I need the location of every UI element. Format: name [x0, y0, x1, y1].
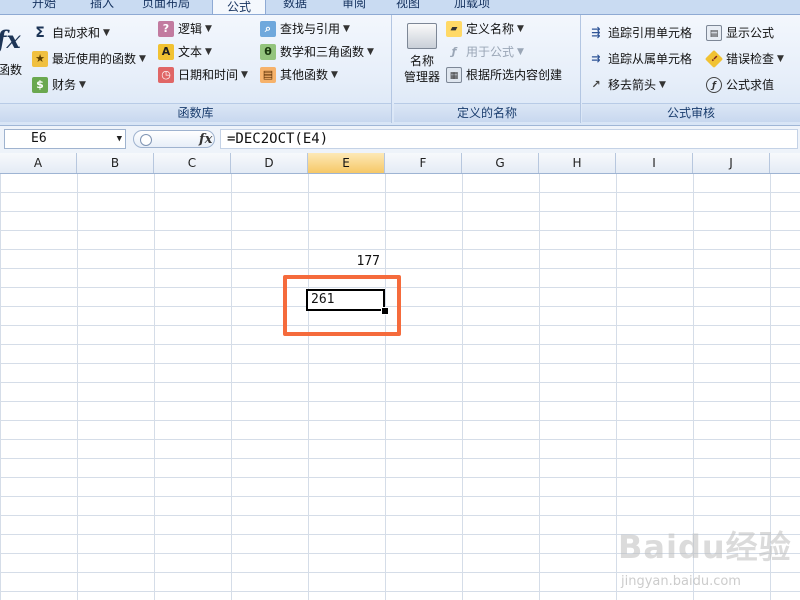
tag-icon: ▰ [446, 21, 462, 37]
insert-function-button[interactable]: fx 函数 [0, 25, 28, 91]
evaluate-formula-icon: ƒ [706, 77, 722, 93]
group-function-library: fx 函数 Σ 自动求和 ▼ ★ 最近使用的函数 ▼ $ 财务 ▼ ? 逻辑 ▼… [0, 15, 392, 123]
baidu-jingyan-watermark: Baidu经验 jingyan.baidu.com [615, 510, 800, 600]
recent-functions-button[interactable]: ★ 最近使用的函数 ▼ [32, 49, 146, 69]
dropdown-arrow-icon: ▼ [517, 24, 524, 34]
group-label-function-library: 函数库 [0, 103, 391, 122]
group-defined-names: 名称 管理器 ▰ 定义名称 ▼ ƒ 用于公式 ▼ ▦ 根据所选内容创建 定义的名… [394, 15, 581, 123]
name-box[interactable]: E6 ▼ [4, 129, 126, 149]
group-label-defined-names: 定义的名称 [394, 103, 580, 122]
column-header-k[interactable] [770, 153, 800, 173]
tab-review[interactable]: 审阅 [334, 0, 374, 12]
use-in-formula-button[interactable]: ƒ 用于公式 ▼ [446, 42, 524, 62]
financial-button[interactable]: $ 财务 ▼ [32, 75, 86, 95]
column-header-b[interactable]: B [77, 153, 154, 173]
tab-view[interactable]: 视图 [388, 0, 428, 12]
math-button[interactable]: θ 数学和三角函数 ▼ [260, 42, 374, 62]
tab-page-layout[interactable]: 页面布局 [135, 0, 197, 12]
recent-book-icon: ★ [32, 51, 48, 67]
error-checking-button[interactable]: ! 错误检查 ▼ [704, 49, 784, 69]
dropdown-arrow-icon: ▼ [103, 28, 110, 38]
column-header-e[interactable]: E [308, 153, 385, 173]
tab-formulas[interactable]: 公式 [212, 0, 266, 14]
name-box-dropdown-icon[interactable]: ▼ [117, 130, 122, 148]
calendar-book-icon: ◷ [158, 67, 174, 83]
dropdown-arrow-icon: ▼ [205, 24, 212, 34]
fx-large-icon: fx [0, 25, 21, 54]
group-label-formula-auditing: 公式审核 [582, 103, 800, 122]
tab-data[interactable]: 数据 [275, 0, 315, 12]
group-formula-auditing: ⇶ 追踪引用单元格 ⇉ 追踪从属单元格 ↗ 移去箭头 ▼ ▤ 显示公式 ! 错误… [582, 15, 800, 123]
warning-icon: ! [704, 49, 724, 69]
column-header-f[interactable]: F [385, 153, 462, 173]
trace-precedents-icon: ⇶ [591, 26, 601, 39]
dropdown-arrow-icon: ▼ [343, 24, 350, 34]
column-header-g[interactable]: G [462, 153, 539, 173]
show-formulas-button[interactable]: ▤ 显示公式 [706, 23, 774, 43]
logical-book-icon: ? [158, 21, 174, 37]
other-book-icon: ▤ [260, 67, 276, 83]
evaluate-formula-button[interactable]: ƒ 公式求值 [706, 75, 774, 95]
sigma-icon: Σ [35, 25, 45, 41]
dropdown-arrow-icon: ▼ [241, 70, 248, 80]
financial-book-icon: $ [32, 77, 48, 93]
ribbon-tabs: 开始 插入 页面布局 公式 数据 审阅 视图 加载项 [0, 0, 800, 15]
insert-function-fx-icon[interactable]: fx [199, 132, 212, 147]
tab-insert[interactable]: 插入 [80, 0, 124, 12]
text-button[interactable]: A 文本 ▼ [158, 42, 212, 62]
circle-handle-icon [140, 134, 152, 146]
insert-function-label: 函数 [0, 63, 23, 77]
dropdown-arrow-icon: ▼ [367, 47, 374, 57]
column-header-c[interactable]: C [154, 153, 231, 173]
other-functions-button[interactable]: ▤ 其他函数 ▼ [260, 65, 338, 85]
tab-home[interactable]: 开始 [20, 0, 68, 12]
column-header-a[interactable]: A [0, 153, 77, 173]
remove-arrows-button[interactable]: ↗ 移去箭头 ▼ [588, 75, 666, 95]
logical-button[interactable]: ? 逻辑 ▼ [158, 19, 212, 39]
dropdown-arrow-icon: ▼ [205, 47, 212, 57]
dropdown-arrow-icon: ▼ [659, 80, 666, 90]
trace-dependents-button[interactable]: ⇉ 追踪从属单元格 [588, 49, 692, 69]
dropdown-arrow-icon: ▼ [777, 54, 784, 64]
dropdown-arrow-icon: ▼ [139, 54, 146, 64]
column-headers: A B C D E F G H I J [0, 153, 800, 174]
column-header-h[interactable]: H [539, 153, 616, 173]
name-manager-button[interactable]: 名称 管理器 [400, 23, 444, 97]
remove-arrows-icon: ↗ [591, 78, 601, 91]
cell-e4[interactable]: 177 [308, 252, 380, 271]
dropdown-arrow-icon: ▼ [517, 47, 524, 57]
trace-precedents-button[interactable]: ⇶ 追踪引用单元格 [588, 23, 692, 43]
ribbon: fx 函数 Σ 自动求和 ▼ ★ 最近使用的函数 ▼ $ 财务 ▼ ? 逻辑 ▼… [0, 15, 800, 126]
column-header-d[interactable]: D [231, 153, 308, 173]
column-header-i[interactable]: I [616, 153, 693, 173]
dropdown-arrow-icon: ▼ [331, 70, 338, 80]
show-formulas-icon: ▤ [706, 25, 722, 41]
datetime-button[interactable]: ◷ 日期和时间 ▼ [158, 65, 248, 85]
watermark-logo: Baidu经验 [618, 528, 792, 566]
column-header-j[interactable]: J [693, 153, 770, 173]
fx-small-icon: ƒ [451, 45, 457, 58]
create-from-selection-button[interactable]: ▦ 根据所选内容创建 [446, 65, 562, 85]
dropdown-arrow-icon: ▼ [79, 80, 86, 90]
autosum-button[interactable]: Σ 自动求和 ▼ [32, 23, 110, 43]
formula-bar: E6 ▼ fx =DEC2OCT(E4) [0, 126, 800, 154]
lookup-book-icon: ⌕ [260, 21, 276, 37]
trace-dependents-icon: ⇉ [591, 52, 601, 65]
grid-icon: ▦ [446, 67, 462, 83]
watermark-url: jingyan.baidu.com [621, 574, 741, 589]
annotation-highlight-box [283, 275, 401, 336]
tab-addins[interactable]: 加载项 [444, 0, 500, 12]
define-name-button[interactable]: ▰ 定义名称 ▼ [446, 19, 524, 39]
text-book-icon: A [158, 44, 174, 60]
math-book-icon: θ [260, 44, 276, 60]
lookup-button[interactable]: ⌕ 查找与引用 ▼ [260, 19, 350, 39]
name-manager-icon [407, 23, 437, 49]
formula-input[interactable]: =DEC2OCT(E4) [220, 129, 798, 149]
